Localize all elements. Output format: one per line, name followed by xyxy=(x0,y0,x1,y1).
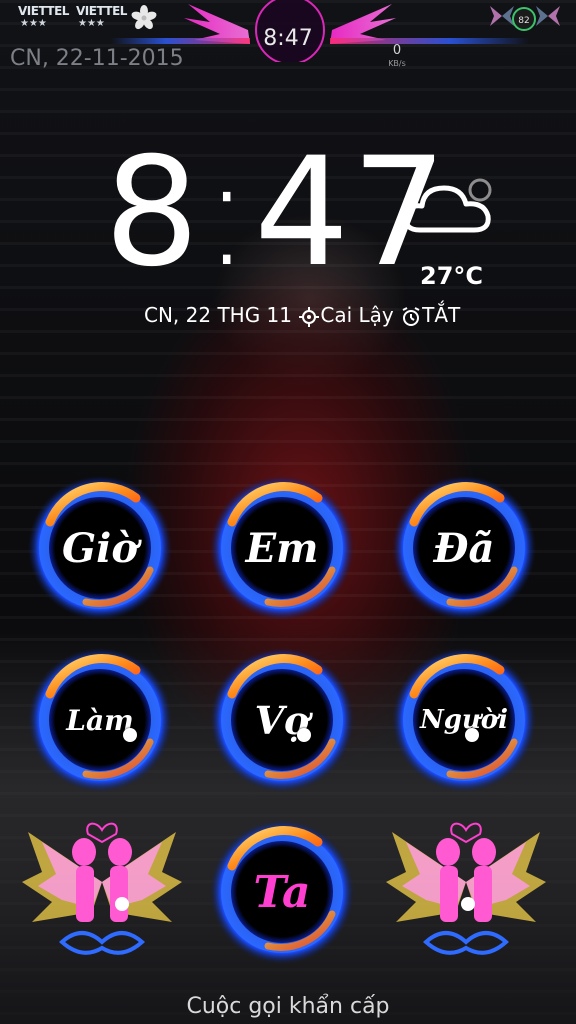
app-ta[interactable]: Ta xyxy=(208,818,356,966)
angel-couple-icon-right[interactable] xyxy=(386,812,546,972)
battery-level: 82 xyxy=(518,16,529,26)
app-label-gio: Giờ xyxy=(61,524,139,572)
alarm-icon xyxy=(402,306,420,326)
carrier-stars-2: ★★★ xyxy=(78,18,105,29)
app-gio[interactable]: Giờ xyxy=(26,474,174,622)
app-label-lam: Làm xyxy=(66,703,134,737)
app-label-ta: Ta xyxy=(253,866,311,918)
network-speed-unit: KB/s xyxy=(388,59,406,68)
status-date: CN, 22-11-2015 xyxy=(10,46,184,71)
location-name: Cai Lậy xyxy=(320,303,394,327)
carrier-label-2: VIETTEL xyxy=(76,4,127,18)
status-accent-bar-right xyxy=(330,38,530,44)
bauhinia-flower-icon xyxy=(131,5,157,30)
notification-dot xyxy=(465,728,479,742)
app-label-em: Em xyxy=(245,524,319,572)
network-speed-value: 0 xyxy=(392,43,402,58)
status-bar: VIETTEL ★★★ VIETTEL ★★★ 8:47 0 KB/s CN, … xyxy=(0,0,576,80)
butterfly-icon-right xyxy=(536,6,560,26)
lockscreen-info-line: CN, 22 THG 11 Cai Lậy TẮT xyxy=(144,303,460,328)
emergency-call-button[interactable]: Cuộc gọi khẩn cấp xyxy=(0,994,576,1019)
carrier-label-1: VIETTEL xyxy=(18,4,69,18)
app-vo[interactable]: Vợ xyxy=(208,646,356,794)
clock-hour: 8 xyxy=(104,126,202,300)
carrier-stars-1: ★★★ xyxy=(20,18,47,29)
cloud-icon xyxy=(403,178,492,233)
network-speed: 0 KB/s xyxy=(382,44,412,70)
clock-colon: : xyxy=(201,126,254,300)
location-icon xyxy=(299,306,320,327)
app-label-vo: Vợ xyxy=(254,697,310,743)
angel-couple-icon-left[interactable] xyxy=(22,812,182,972)
notification-dot xyxy=(297,728,311,742)
temperature: 27°C xyxy=(420,262,484,290)
app-em[interactable]: Em xyxy=(208,474,356,622)
app-nguoi[interactable]: Người xyxy=(390,646,538,794)
status-clock: 8:47 xyxy=(263,26,313,51)
status-accent-bar-left xyxy=(110,38,250,44)
app-label-da: Đã xyxy=(433,524,495,572)
app-label-nguoi: Người xyxy=(419,705,509,735)
lockscreen-clock: 8:47 xyxy=(104,138,449,288)
app-da[interactable]: Đã xyxy=(390,474,538,622)
app-lam[interactable]: Làm xyxy=(26,646,174,794)
lockscreen-date: CN, 22 THG 11 xyxy=(144,303,293,327)
notification-dot xyxy=(123,728,137,742)
alarm-status: TẮT xyxy=(422,303,461,327)
